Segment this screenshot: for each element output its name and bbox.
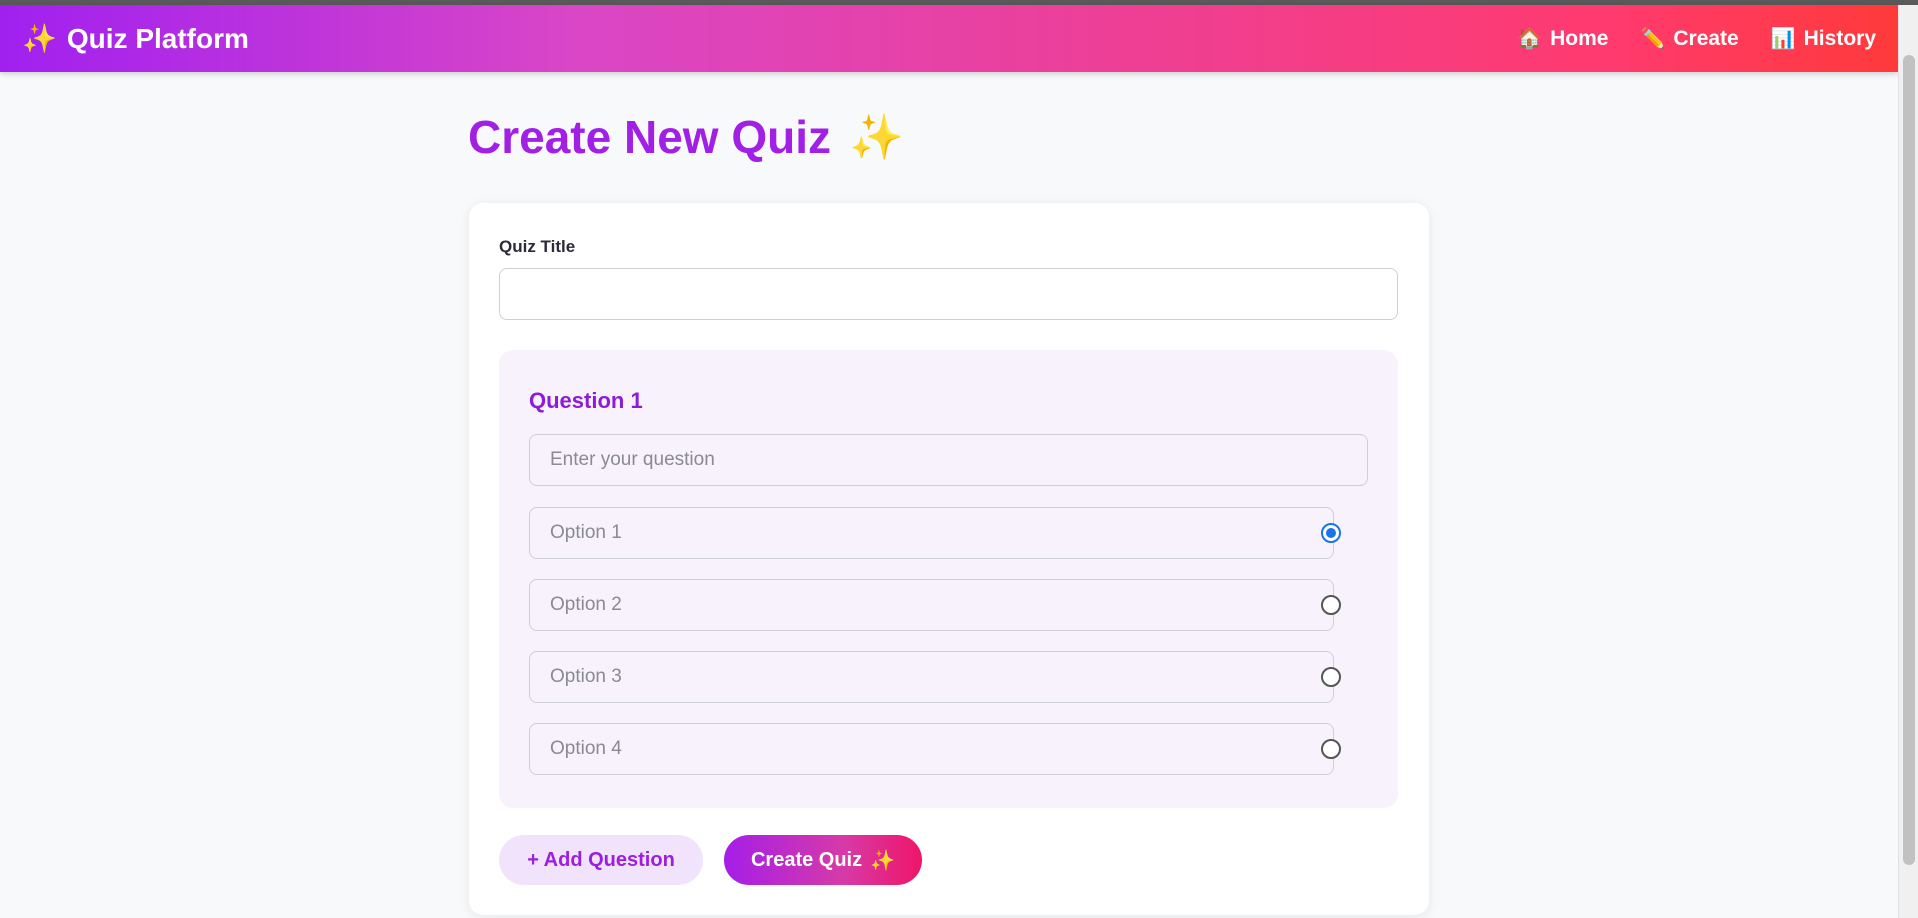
option-3-input[interactable] [529,651,1334,703]
page-title-text: Create New Quiz [468,111,831,163]
sparkles-icon: ✨ [849,113,904,162]
pencil-icon: ✏️ [1640,28,1666,50]
brand-name: Quiz Platform [66,22,249,54]
quiz-title-label: Quiz Title [499,237,576,256]
nav-link-label: Home [1550,26,1609,50]
question-card: Question 1 [499,350,1398,808]
nav-link-label: Create [1673,26,1739,50]
page-scrollbar[interactable] [1898,5,1918,918]
option-1-input[interactable] [529,507,1334,559]
option-2-correct-radio[interactable] [1321,595,1341,615]
option-1-correct-radio[interactable] [1321,523,1341,543]
navbar: ✨ Quiz Platform 🏠 Home ✏️ Create 📊 Histo… [0,5,1898,72]
create-quiz-button[interactable]: Create Quiz ✨ [724,835,922,885]
option-4-correct-radio[interactable] [1321,739,1341,759]
question-heading: Question 1 [529,388,643,413]
option-3-correct-radio[interactable] [1321,667,1341,687]
nav-links: 🏠 Home ✏️ Create 📊 History [1517,26,1876,51]
quiz-title-input[interactable] [499,268,1398,320]
nav-link-home[interactable]: 🏠 Home [1517,26,1608,51]
sparkles-icon: ✨ [870,849,896,872]
add-question-button[interactable]: + Add Question [499,835,703,885]
sparkles-icon: ✨ [22,23,57,54]
scrollbar-thumb[interactable] [1903,55,1915,865]
brand-logo[interactable]: ✨ Quiz Platform [22,22,249,55]
option-4-input[interactable] [529,723,1334,775]
add-question-label: + Add Question [527,848,675,871]
nav-link-create[interactable]: ✏️ Create [1640,26,1738,51]
nav-link-history[interactable]: 📊 History [1771,26,1876,51]
bar-chart-icon: 📊 [1770,28,1796,50]
option-2-input[interactable] [529,579,1334,631]
create-quiz-label: Create Quiz [750,848,863,871]
nav-link-label: History [1803,26,1876,50]
page-title: Create New Quiz ✨ [468,110,904,164]
quiz-form-card: Quiz Title Question 1 + Add Question Cre… [469,203,1429,915]
question-input[interactable] [529,434,1368,486]
house-icon: 🏠 [1517,28,1543,50]
